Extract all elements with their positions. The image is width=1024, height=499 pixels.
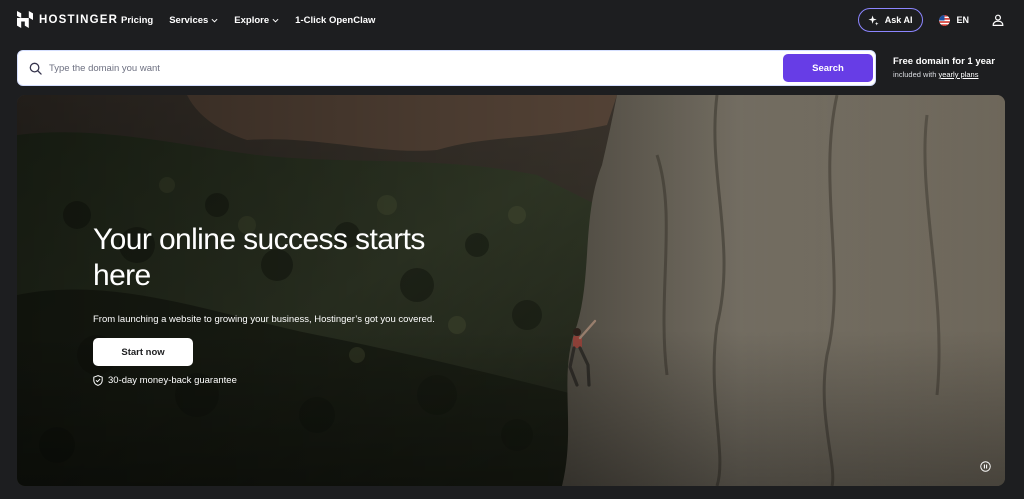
- free-domain-promo: Free domain for 1 year included with yea…: [893, 56, 1018, 79]
- shield-check-icon: [93, 375, 103, 386]
- language-label: EN: [956, 15, 969, 25]
- top-nav: HOSTINGER Pricing Services Explore 1-Cli…: [0, 0, 1024, 40]
- nav-explore[interactable]: Explore: [234, 15, 279, 26]
- promo-subtitle: included with yearly plans: [893, 70, 1018, 79]
- pause-icon[interactable]: [980, 461, 991, 472]
- chevron-down-icon: [272, 18, 279, 23]
- search-button[interactable]: Search: [783, 54, 873, 82]
- start-now-button[interactable]: Start now: [93, 338, 193, 366]
- us-flag-icon: [939, 14, 951, 26]
- domain-search-bar: Search: [17, 50, 876, 86]
- user-icon[interactable]: [992, 14, 1004, 26]
- nav-pricing-label: Pricing: [121, 14, 154, 26]
- search-icon: [29, 62, 42, 75]
- nav-services-label: Services: [169, 14, 209, 26]
- chevron-down-icon: [211, 18, 218, 23]
- guarantee-label: 30-day money-back guarantee: [108, 375, 237, 386]
- domain-search-input[interactable]: [49, 57, 789, 79]
- hostinger-logo[interactable]: HOSTINGER: [17, 11, 118, 28]
- nav-openclaw-label: 1-Click OpenClaw: [295, 14, 376, 26]
- promo-title: Free domain for 1 year: [893, 56, 995, 67]
- ask-ai-label: Ask AI: [884, 15, 913, 25]
- hero-subtitle: From launching a website to growing your…: [93, 314, 435, 325]
- hero-content: Your online success starts here From lau…: [93, 222, 493, 386]
- hero-section: Your online success starts here From lau…: [17, 95, 1005, 486]
- nav-openclaw[interactable]: 1-Click OpenClaw: [295, 15, 375, 26]
- main-menu: Pricing Services Explore 1-Click OpenCla…: [121, 0, 375, 40]
- hostinger-logo-icon: [17, 11, 33, 28]
- promo-subtitle-prefix: included with: [893, 70, 939, 79]
- nav-services[interactable]: Services: [169, 15, 218, 26]
- nav-actions: Ask AI EN: [857, 0, 1004, 40]
- ask-ai-button[interactable]: Ask AI: [857, 8, 924, 32]
- yearly-plans-link[interactable]: yearly plans: [938, 70, 978, 79]
- nav-pricing[interactable]: Pricing: [121, 15, 153, 26]
- money-back-guarantee: 30-day money-back guarantee: [93, 375, 493, 386]
- sparkle-icon: [868, 14, 879, 26]
- logo-text: HOSTINGER: [39, 13, 119, 26]
- language-selector[interactable]: EN: [939, 14, 969, 26]
- nav-explore-label: Explore: [234, 14, 270, 26]
- hero-title: Your online success starts here: [93, 223, 425, 292]
